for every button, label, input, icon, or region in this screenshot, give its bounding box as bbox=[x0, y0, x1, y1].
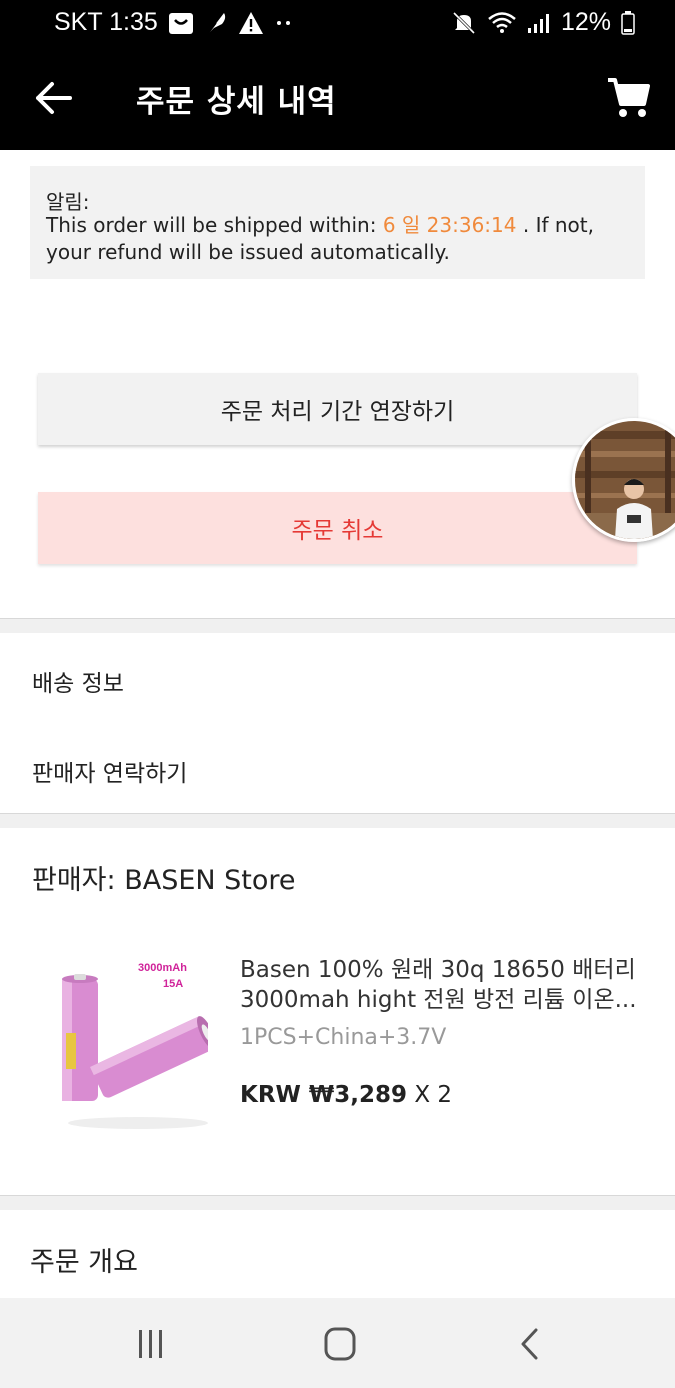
notice-box: 알림: This order will be shipped within: 6… bbox=[30, 166, 645, 279]
cancel-order-button[interactable]: 주문 취소 bbox=[38, 492, 637, 564]
notice-text: This order will be shipped within: 6 일 2… bbox=[46, 212, 606, 266]
section-divider bbox=[0, 813, 675, 828]
product-title[interactable]: Basen 100% 원래 30q 18650 배터리 3000mah high… bbox=[240, 955, 650, 1015]
notice-label: 알림: bbox=[46, 190, 90, 214]
battery-percent: 12% bbox=[560, 8, 611, 36]
signal-icon bbox=[527, 12, 551, 34]
section-divider bbox=[0, 618, 675, 633]
product-price: KRW ₩3,289 bbox=[240, 1082, 408, 1108]
product-image[interactable]: 3000mAh 15A bbox=[48, 955, 216, 1130]
back-arrow-icon[interactable] bbox=[34, 80, 74, 116]
product-quantity: X 2 bbox=[414, 1082, 453, 1108]
product-title-line1: Basen 100% 원래 30q 18650 배터리 bbox=[240, 957, 636, 983]
system-nav-bar bbox=[0, 1298, 675, 1388]
top-bar: SKT 1:35 12% 주문 상세 내역 bbox=[0, 0, 675, 150]
notice-text-before: This order will be shipped within: bbox=[46, 213, 383, 237]
back-nav-icon[interactable] bbox=[510, 1326, 550, 1362]
product-price-row: KRW ₩3,289 X 2 bbox=[240, 1082, 452, 1108]
home-icon[interactable] bbox=[320, 1326, 360, 1362]
image-caption-1: 3000mAh bbox=[138, 962, 187, 974]
carrier-time: SKT 1:35 bbox=[54, 8, 158, 36]
page-title: 주문 상세 내역 bbox=[136, 84, 337, 120]
contact-seller-link[interactable]: 판매자 연락하기 bbox=[32, 754, 187, 788]
status-bar: SKT 1:35 12% bbox=[0, 0, 675, 50]
mute-icon bbox=[451, 10, 477, 36]
battery-icon bbox=[621, 10, 635, 35]
feather-icon bbox=[204, 10, 228, 36]
more-notifications-icon bbox=[274, 18, 294, 28]
product-title-line2: 3000mah hight 전원 방전 리튬 이온... bbox=[240, 987, 637, 1013]
warning-icon bbox=[238, 11, 264, 35]
shopping-cart-icon[interactable] bbox=[606, 76, 650, 120]
product-variant: 1PCS+China+3.7V bbox=[240, 1025, 447, 1050]
wifi-icon bbox=[487, 11, 517, 35]
seller-name[interactable]: 판매자: BASEN Store bbox=[32, 858, 296, 897]
recent-apps-icon[interactable] bbox=[131, 1326, 171, 1362]
shipping-info-link[interactable]: 배송 정보 bbox=[32, 664, 124, 698]
section-divider bbox=[0, 1195, 675, 1210]
notice-countdown: 6 일 23:36:14 bbox=[382, 213, 517, 237]
shopping-bag-icon bbox=[168, 11, 194, 35]
order-summary-heading: 주문 개요 bbox=[30, 1247, 138, 1278]
image-caption-2: 15A bbox=[163, 978, 183, 990]
extend-processing-button[interactable]: 주문 처리 기간 연장하기 bbox=[38, 373, 637, 445]
